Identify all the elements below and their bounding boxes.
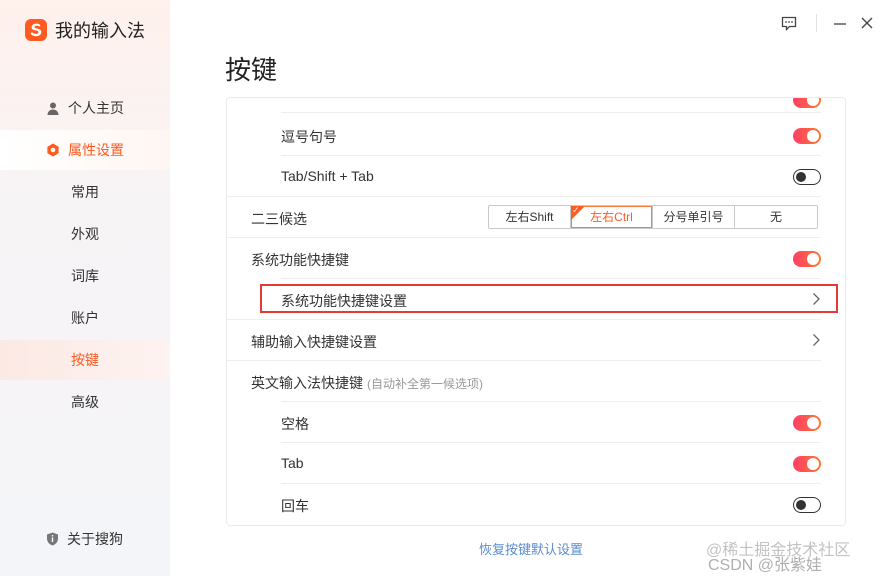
sidebar-item-label: 外观 [71, 226, 99, 242]
sidebar-item-advanced[interactable]: 高级 [0, 382, 170, 422]
tab-shift-tab-toggle[interactable] [793, 169, 821, 185]
sogou-logo-icon [25, 19, 47, 41]
english-shortcuts-hint: (自动补全第一候选项) [367, 377, 483, 391]
settings-row-tab-shift-tab: Tab/Shift + Tab [227, 156, 845, 197]
toggle-switch[interactable] [793, 98, 821, 108]
feedback-icon[interactable] [778, 12, 800, 34]
row-label: 空格 [281, 416, 309, 432]
window-controls-divider [816, 14, 817, 32]
sidebar-item-label: 按键 [71, 352, 99, 368]
sidebar-item-account[interactable]: 账户 [0, 298, 170, 338]
enter-toggle[interactable] [793, 497, 821, 513]
option-label: 左右Shift [505, 210, 554, 224]
sidebar-item-label: 属性设置 [68, 142, 124, 158]
candidate-option-semicolon-quote[interactable]: 分号单引号 [653, 206, 735, 228]
option-label: 无 [769, 210, 782, 224]
sidebar-item-label: 词库 [71, 268, 99, 284]
row-divider [281, 112, 821, 113]
settings-row-second-third-candidate: 二三候选 左右Shift ✓ 左右Ctrl 分号单引号 无 [227, 197, 845, 238]
comma-period-toggle[interactable] [793, 128, 821, 144]
row-label: Tab [281, 455, 304, 471]
restore-defaults-link[interactable]: 恢复按键默认设置 [479, 539, 583, 558]
hexagon-settings-icon [46, 143, 60, 157]
chevron-right-icon [813, 293, 820, 305]
about-sogou-link[interactable]: 关于搜狗 [0, 520, 170, 558]
row-label: 英文输入法快捷键 (自动补全第一候选项) [251, 373, 483, 393]
row-label: 系统功能快捷键设置 [281, 293, 407, 309]
settings-row-comma-period: 逗号句号 [227, 115, 845, 156]
candidate-option-ctrl[interactable]: ✓ 左右Ctrl [571, 205, 653, 228]
candidate-key-selector: 左右Shift ✓ 左右Ctrl 分号单引号 无 [488, 205, 818, 229]
settings-row-enter: 回车 [227, 484, 845, 525]
sidebar-item-label: 常用 [71, 184, 99, 200]
brand: 我的输入法 [25, 17, 145, 43]
sidebar-item-appearance[interactable]: 外观 [0, 214, 170, 254]
settings-panel: 逗号句号 Tab/Shift + Tab 二三候选 左右Shift ✓ 左右Ctr… [226, 97, 846, 526]
option-label: 左右Ctrl [590, 210, 633, 224]
minimize-icon[interactable] [829, 12, 851, 34]
row-label: 辅助输入快捷键设置 [251, 334, 377, 350]
tab-toggle[interactable] [793, 456, 821, 472]
app-name: 我的输入法 [55, 21, 145, 41]
check-icon: ✓ [572, 205, 580, 215]
shield-info-icon [46, 532, 60, 546]
row-label: Tab/Shift + Tab [281, 168, 374, 184]
row-label: 回车 [281, 498, 309, 514]
row-label: 逗号句号 [281, 129, 337, 145]
chevron-right-icon [813, 334, 820, 346]
user-icon [46, 101, 60, 115]
system-shortcut-settings-link[interactable]: 系统功能快捷键设置 [227, 279, 845, 320]
sidebar-item-dictionary[interactable]: 词库 [0, 256, 170, 296]
sidebar-item-keys[interactable]: 按键 [0, 340, 170, 380]
sidebar-item-common[interactable]: 常用 [0, 172, 170, 212]
sidebar-item-label: 高级 [71, 394, 99, 410]
sidebar-item-profile[interactable]: 个人主页 [0, 88, 170, 128]
option-label: 分号单引号 [663, 210, 724, 224]
sidebar-item-properties[interactable]: 属性设置 [0, 130, 170, 170]
watermark-csdn: CSDN @张紫娃 [708, 557, 823, 574]
system-shortcuts-toggle[interactable] [793, 251, 821, 267]
auxiliary-shortcut-settings-link[interactable]: 辅助输入快捷键设置 [227, 320, 845, 361]
sidebar: 我的输入法 个人主页 属性设置 常用 外观 词库 账户 按键 高级 关于搜狗 [0, 0, 170, 576]
settings-row-system-shortcuts: 系统功能快捷键 [227, 238, 845, 279]
row-label: 二三候选 [251, 211, 307, 227]
settings-row-clipped [227, 98, 845, 113]
candidate-option-shift[interactable]: 左右Shift [489, 206, 571, 228]
settings-row-english-shortcuts: 英文输入法快捷键 (自动补全第一候选项) [227, 361, 845, 402]
settings-row-space: 空格 [227, 402, 845, 443]
sidebar-item-label: 个人主页 [68, 100, 124, 116]
about-label: 关于搜狗 [67, 531, 123, 547]
settings-row-tab: Tab [227, 443, 845, 484]
close-icon[interactable] [856, 12, 878, 34]
page-title: 按键 [225, 55, 278, 85]
row-label: 系统功能快捷键 [251, 252, 349, 268]
space-toggle[interactable] [793, 415, 821, 431]
sidebar-item-label: 账户 [71, 310, 99, 326]
english-shortcuts-label: 英文输入法快捷键 [251, 375, 363, 391]
candidate-option-none[interactable]: 无 [735, 206, 817, 228]
